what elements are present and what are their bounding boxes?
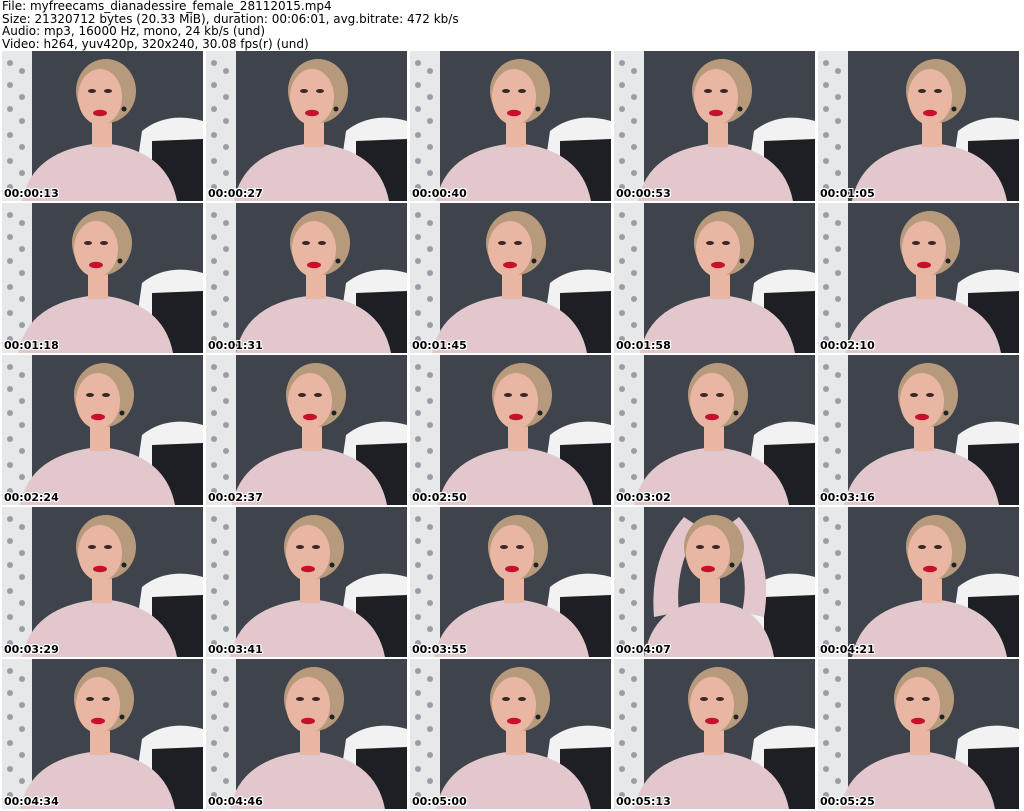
- video-line: Video: h264, yuv420p, 320x240, 30.08 fps…: [2, 36, 309, 51]
- frame-scene: [206, 51, 407, 201]
- thumbnail-timestamp: 00:02:10: [820, 339, 875, 352]
- video-thumbnail: 00:01:31: [206, 203, 407, 353]
- frame-scene: [2, 659, 203, 809]
- video-thumbnail: 00:02:24: [2, 355, 203, 505]
- thumbnail-timestamp: 00:04:34: [4, 795, 59, 808]
- video-thumbnail: 00:01:58: [614, 203, 815, 353]
- video-thumbnail: 00:01:18: [2, 203, 203, 353]
- frame-scene: [410, 507, 611, 657]
- frame-scene: [410, 659, 611, 809]
- thumbnail-grid: 00:00:13 00:00:27 00:00:40 00:00:53 00:01:05…: [0, 51, 1024, 811]
- frame-scene: [818, 659, 1019, 809]
- thumbnail-timestamp: 00:04:21: [820, 643, 875, 656]
- thumbnail-timestamp: 00:01:58: [616, 339, 671, 352]
- thumbnail-timestamp: 00:05:00: [412, 795, 467, 808]
- thumbnail-timestamp: 00:00:40: [412, 187, 467, 200]
- video-thumbnail: 00:00:53: [614, 51, 815, 201]
- thumbnail-timestamp: 00:00:53: [616, 187, 671, 200]
- video-thumbnail: 00:04:46: [206, 659, 407, 809]
- video-thumbnail: 00:05:00: [410, 659, 611, 809]
- video-thumbnail: 00:01:05: [818, 51, 1019, 201]
- frame-scene: [818, 51, 1019, 201]
- thumbnail-timestamp: 00:02:24: [4, 491, 59, 504]
- video-thumbnail: 00:04:07: [614, 507, 815, 657]
- frame-scene: [2, 51, 203, 201]
- video-thumbnail: 00:03:16: [818, 355, 1019, 505]
- thumbnail-timestamp: 00:00:13: [4, 187, 59, 200]
- thumbnail-timestamp: 00:04:46: [208, 795, 263, 808]
- file-info-header: File: myfreecams_dianadessire_female_281…: [2, 0, 1022, 50]
- thumbnail-timestamp: 00:05:25: [820, 795, 875, 808]
- frame-scene: [818, 203, 1019, 353]
- frame-scene: [614, 355, 815, 505]
- frame-scene: [206, 659, 407, 809]
- thumbnail-timestamp: 00:02:50: [412, 491, 467, 504]
- thumbnail-timestamp: 00:03:41: [208, 643, 263, 656]
- thumbnail-timestamp: 00:02:37: [208, 491, 263, 504]
- frame-scene: [410, 203, 611, 353]
- frame-scene: [206, 355, 407, 505]
- video-thumbnail: 00:05:13: [614, 659, 815, 809]
- thumbnail-timestamp: 00:03:16: [820, 491, 875, 504]
- video-thumbnail: 00:05:25: [818, 659, 1019, 809]
- thumbnail-timestamp: 00:01:18: [4, 339, 59, 352]
- frame-scene: [614, 659, 815, 809]
- audio-line: Audio: mp3, 16000 Hz, mono, 24 kb/s (und…: [2, 24, 266, 38]
- frame-scene: [2, 355, 203, 505]
- video-thumbnail: 00:04:34: [2, 659, 203, 809]
- frame-scene: [206, 203, 407, 353]
- video-thumbnail: 00:02:10: [818, 203, 1019, 353]
- thumbnail-timestamp: 00:01:05: [820, 187, 875, 200]
- video-thumbnail: 00:01:45: [410, 203, 611, 353]
- frame-scene: [2, 507, 203, 657]
- frame-scene: [614, 507, 815, 657]
- frame-scene: [410, 51, 611, 201]
- video-thumbnail: 00:03:55: [410, 507, 611, 657]
- video-thumbnail: 00:03:02: [614, 355, 815, 505]
- frame-scene: [206, 507, 407, 657]
- thumbnail-timestamp: 00:00:27: [208, 187, 263, 200]
- thumbnail-timestamp: 00:01:31: [208, 339, 263, 352]
- frame-scene: [818, 507, 1019, 657]
- video-thumbnail: 00:03:29: [2, 507, 203, 657]
- thumbnail-timestamp: 00:04:07: [616, 643, 671, 656]
- frame-scene: [818, 355, 1019, 505]
- thumbnail-timestamp: 00:03:29: [4, 643, 59, 656]
- frame-scene: [614, 203, 815, 353]
- video-thumbnail: 00:02:37: [206, 355, 407, 505]
- frame-scene: [410, 355, 611, 505]
- thumbnail-timestamp: 00:03:55: [412, 643, 467, 656]
- thumbnail-timestamp: 00:03:02: [616, 491, 671, 504]
- video-thumbnail: 00:04:21: [818, 507, 1019, 657]
- video-thumbnail: 00:00:27: [206, 51, 407, 201]
- frame-scene: [2, 203, 203, 353]
- video-thumbnail: 00:02:50: [410, 355, 611, 505]
- video-thumbnail: 00:00:40: [410, 51, 611, 201]
- video-thumbnail: 00:03:41: [206, 507, 407, 657]
- video-thumbnail: 00:00:13: [2, 51, 203, 201]
- thumbnail-timestamp: 00:05:13: [616, 795, 671, 808]
- file-line: File: myfreecams_dianadessire_female_281…: [2, 0, 332, 13]
- frame-scene: [614, 51, 815, 201]
- thumbnail-timestamp: 00:01:45: [412, 339, 467, 352]
